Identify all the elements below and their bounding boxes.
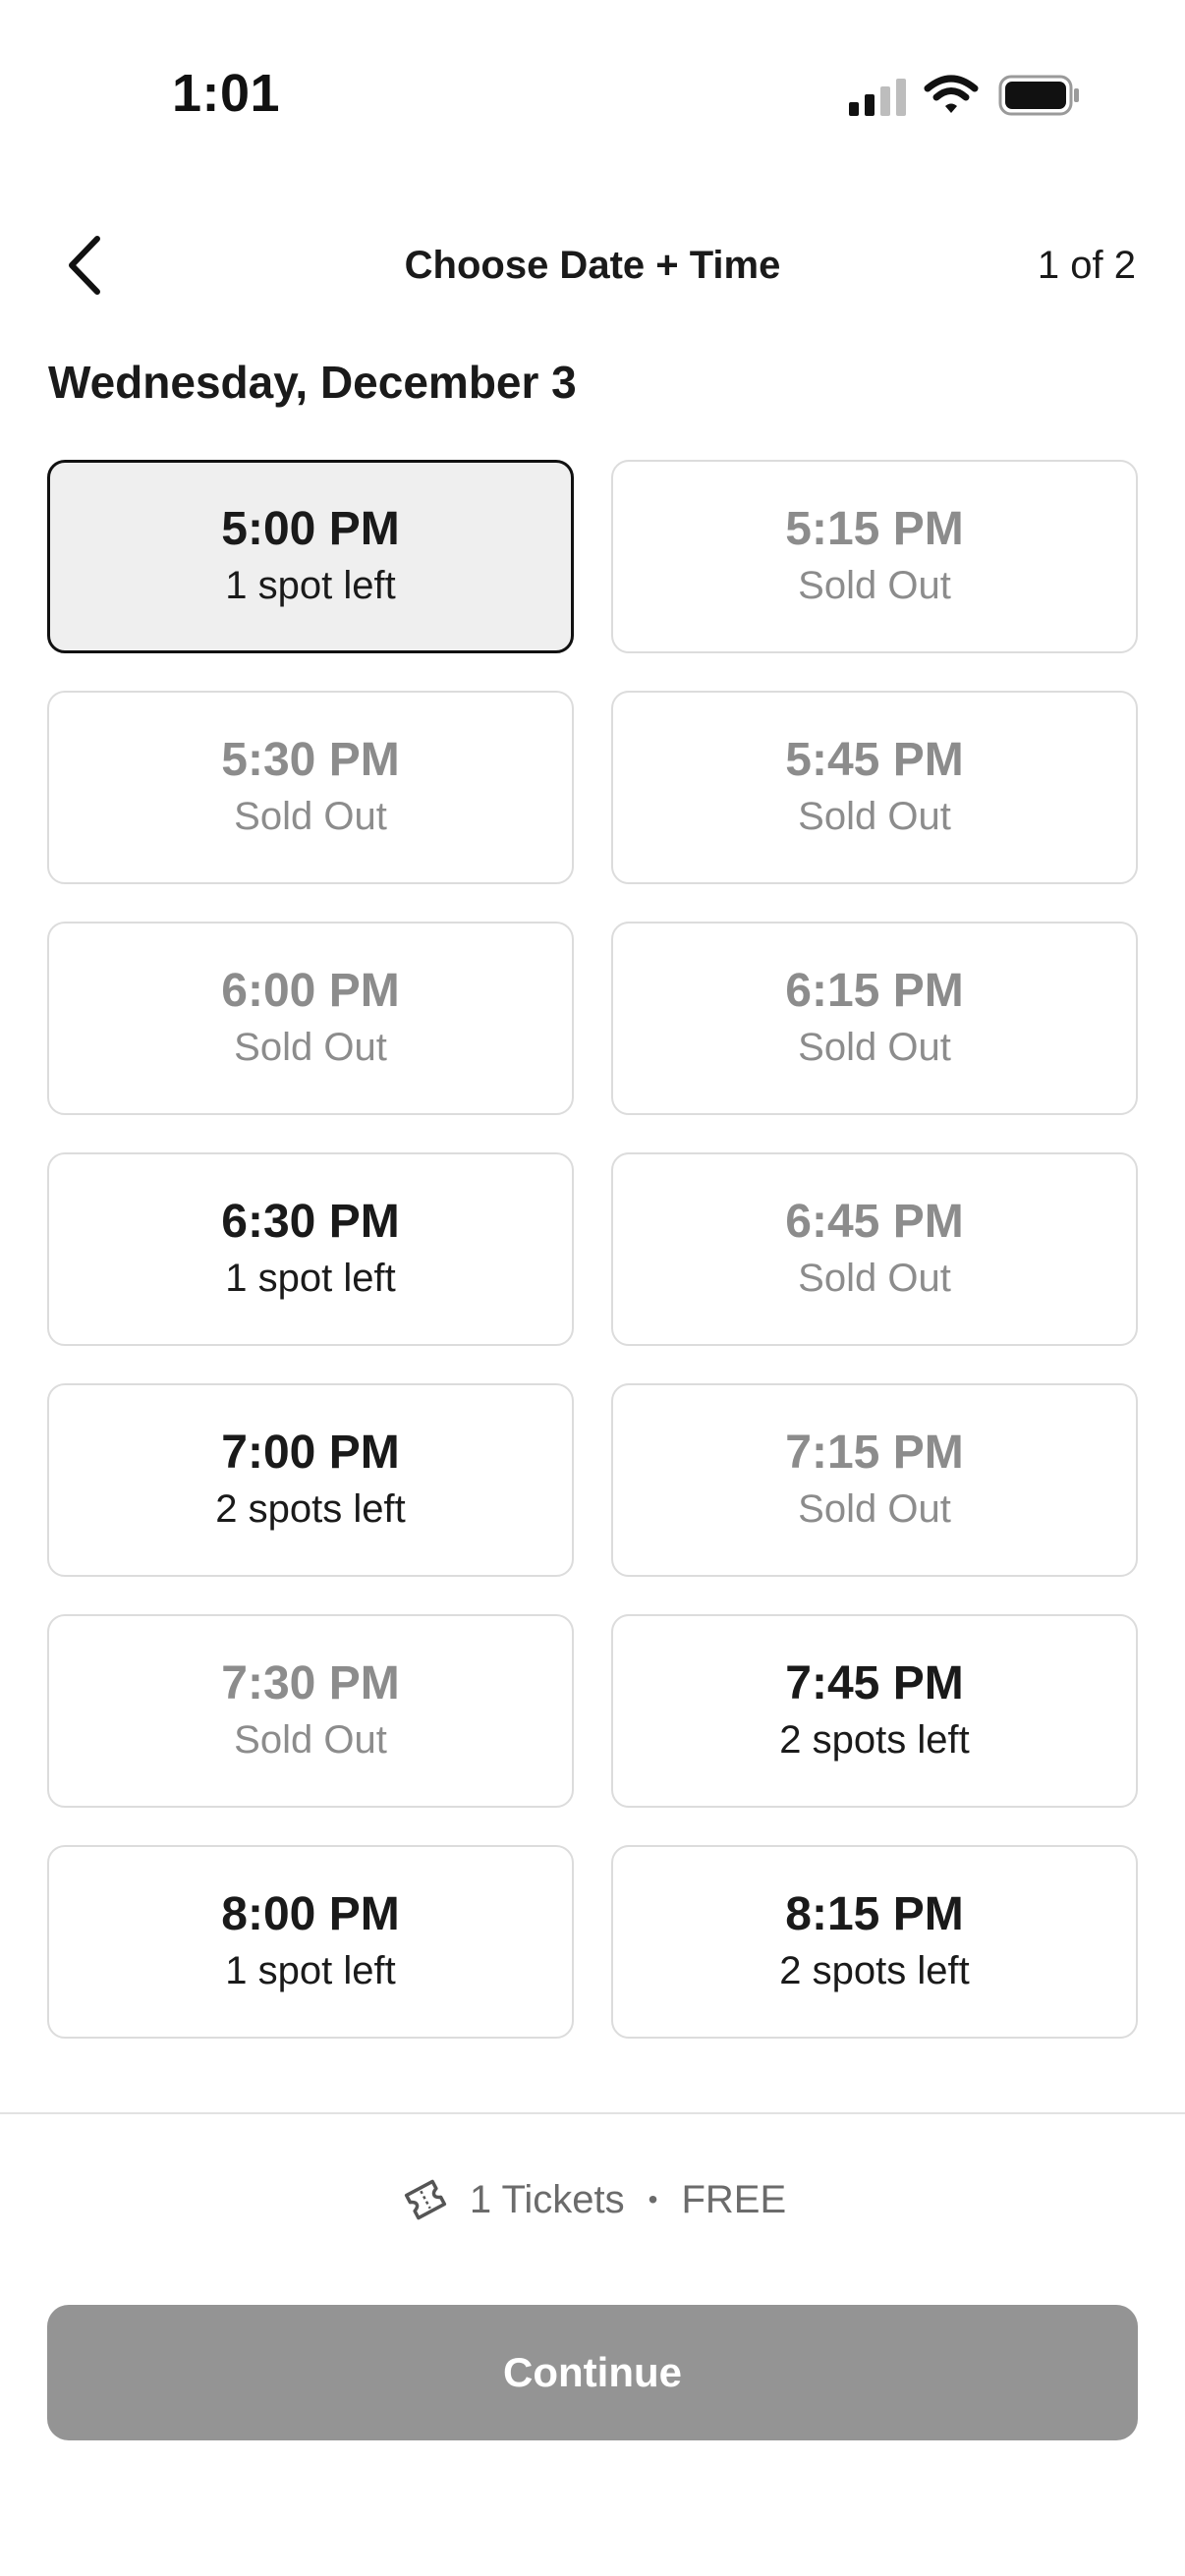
time-slot[interactable]: 6:30 PM 1 spot left	[47, 1152, 574, 1346]
slot-availability: 2 spots left	[779, 1949, 970, 1993]
status-bar: 1:01	[0, 0, 1185, 187]
time-slot[interactable]: 5:00 PM 1 spot left	[47, 460, 574, 653]
slot-time: 6:45 PM	[785, 1195, 964, 1248]
slot-availability: Sold Out	[798, 564, 951, 608]
header: Choose Date + Time 1 of 2	[0, 216, 1185, 314]
time-slot[interactable]: 7:30 PM Sold Out	[47, 1614, 574, 1808]
slot-time: 5:45 PM	[785, 733, 964, 786]
time-slot-grid: 5:00 PM 1 spot left 5:15 PM Sold Out 5:3…	[47, 460, 1138, 2039]
slot-time: 5:15 PM	[785, 502, 964, 555]
time-slot[interactable]: 5:45 PM Sold Out	[611, 691, 1138, 884]
slot-availability: 2 spots left	[215, 1487, 406, 1532]
slot-availability: Sold Out	[798, 795, 951, 839]
slot-time: 7:15 PM	[785, 1426, 964, 1479]
separator-dot: •	[648, 2184, 658, 2214]
slot-availability: 1 spot left	[225, 1257, 396, 1301]
slot-time: 8:00 PM	[221, 1887, 400, 1940]
tickets-count: 1 Tickets	[469, 2177, 625, 2221]
slot-availability: Sold Out	[798, 1257, 951, 1301]
step-indicator: 1 of 2	[1037, 244, 1136, 287]
continue-button[interactable]: Continue	[47, 2305, 1138, 2440]
slot-availability: 1 spot left	[225, 564, 396, 608]
slot-time: 7:00 PM	[221, 1426, 400, 1479]
time-slot[interactable]: 6:45 PM Sold Out	[611, 1152, 1138, 1346]
slot-time: 7:45 PM	[785, 1656, 964, 1709]
time-slot[interactable]: 7:00 PM 2 spots left	[47, 1383, 574, 1577]
ticket-summary: 1 Tickets • FREE	[0, 2165, 1185, 2234]
slot-time: 6:00 PM	[221, 964, 400, 1017]
slot-availability: Sold Out	[234, 1718, 387, 1763]
slot-time: 8:15 PM	[785, 1887, 964, 1940]
slot-availability: 1 spot left	[225, 1949, 396, 1993]
battery-icon	[998, 75, 1079, 116]
slot-availability: 2 spots left	[779, 1718, 970, 1763]
footer-divider	[0, 2112, 1185, 2114]
slot-time: 6:15 PM	[785, 964, 964, 1017]
time-slot[interactable]: 8:15 PM 2 spots left	[611, 1845, 1138, 2039]
time-slot[interactable]: 6:15 PM Sold Out	[611, 922, 1138, 1115]
wifi-icon	[924, 75, 979, 113]
slot-availability: Sold Out	[798, 1487, 951, 1532]
slot-time: 5:00 PM	[221, 502, 400, 555]
time-slot[interactable]: 6:00 PM Sold Out	[47, 922, 574, 1115]
page-title: Choose Date + Time	[404, 244, 781, 287]
choose-date-time-screen: 1:01 Choose Date + Time 1 of 2 Wednesday…	[0, 0, 1185, 2576]
slot-time: 6:30 PM	[221, 1195, 400, 1248]
slot-availability: Sold Out	[234, 795, 387, 839]
date-heading: Wednesday, December 3	[48, 357, 577, 408]
ticket-icon	[404, 2179, 446, 2220]
signal-icon	[849, 79, 906, 116]
time-slot[interactable]: 5:15 PM Sold Out	[611, 460, 1138, 653]
slot-availability: Sold Out	[234, 1026, 387, 1070]
time-slot[interactable]: 7:15 PM Sold Out	[611, 1383, 1138, 1577]
time-slot[interactable]: 7:45 PM 2 spots left	[611, 1614, 1138, 1808]
slot-availability: Sold Out	[798, 1026, 951, 1070]
slot-time: 5:30 PM	[221, 733, 400, 786]
status-time: 1:01	[172, 64, 281, 123]
time-slot[interactable]: 8:00 PM 1 spot left	[47, 1845, 574, 2039]
price-label: FREE	[681, 2177, 787, 2221]
slot-time: 7:30 PM	[221, 1656, 400, 1709]
time-slot[interactable]: 5:30 PM Sold Out	[47, 691, 574, 884]
